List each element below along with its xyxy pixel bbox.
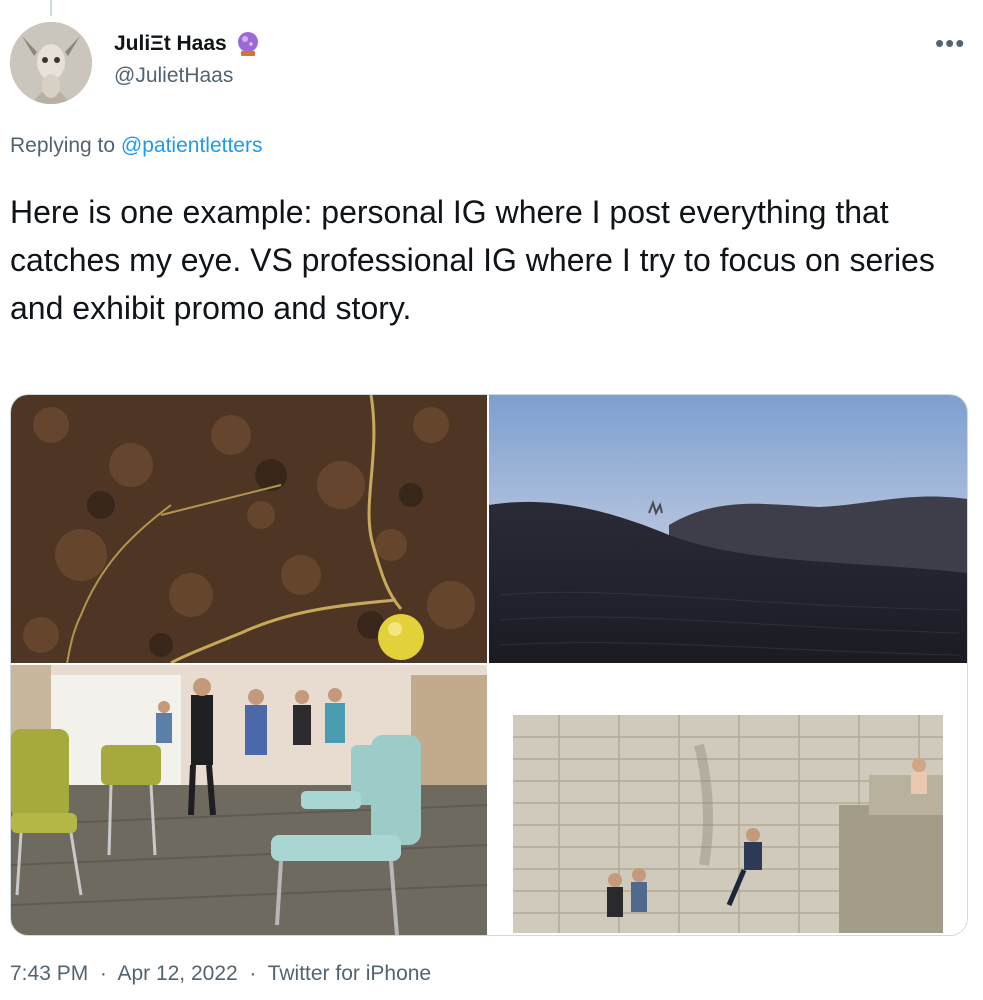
replying-to-link[interactable]: @patientletters bbox=[121, 134, 263, 157]
tweet-text: Here is one example: personal IG where I… bbox=[10, 194, 935, 326]
tweet-timestamp-row: 7:43 PM · Apr 12, 2022 · Twitter for iPh… bbox=[10, 962, 431, 986]
tweet-source-link[interactable]: Twitter for iPhone bbox=[268, 962, 431, 985]
media-grid bbox=[10, 394, 968, 936]
more-horizontal-icon[interactable]: ••• bbox=[935, 30, 965, 56]
author-display-name[interactable]: JuliΞt Haas bbox=[114, 32, 227, 56]
meta-separator: · bbox=[99, 962, 107, 985]
author-name-row: JuliΞt Haas bbox=[114, 30, 261, 58]
thread-connector-line bbox=[50, 0, 52, 16]
avatar[interactable] bbox=[10, 22, 92, 104]
media-photo-soil[interactable] bbox=[11, 395, 487, 663]
media-photo-stone-wall[interactable] bbox=[489, 665, 967, 935]
crystal-ball-icon bbox=[237, 32, 258, 56]
tweet-date[interactable]: Apr 12, 2022 bbox=[117, 962, 237, 985]
tweet-time[interactable]: 7:43 PM bbox=[10, 962, 88, 985]
media-photo-room[interactable] bbox=[11, 665, 487, 935]
media-photo-dunes[interactable] bbox=[489, 395, 967, 663]
replying-to-line: Replying to @patientletters bbox=[10, 134, 262, 158]
replying-to-prefix: Replying to bbox=[10, 134, 116, 157]
avatar-image bbox=[10, 22, 92, 104]
author-handle[interactable]: @JulietHaas bbox=[114, 64, 233, 88]
